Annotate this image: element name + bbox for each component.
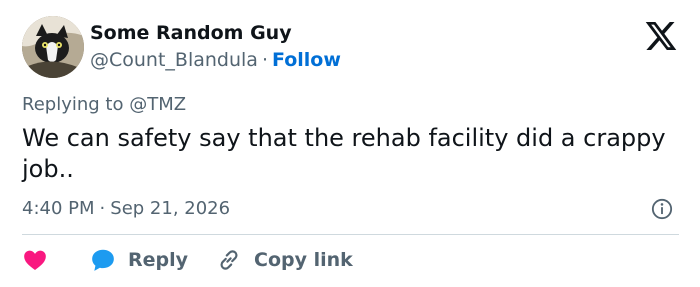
copy-link-label: Copy link	[254, 249, 353, 271]
avatar[interactable]	[22, 16, 84, 78]
divider	[22, 234, 679, 235]
like-button[interactable]	[22, 247, 90, 273]
avatar-cat-image	[22, 16, 84, 78]
author-handle-row: @Count_Blandula · Follow	[90, 49, 341, 71]
author-handle[interactable]: @Count_Blandula	[90, 49, 258, 71]
reply-button[interactable]: Reply	[90, 247, 188, 273]
link-icon	[220, 250, 238, 270]
tweet-text: We can safety say that the rehab facilit…	[22, 124, 666, 183]
copy-link-button[interactable]: Copy link	[216, 247, 353, 273]
author-name[interactable]: Some Random Guy	[90, 22, 292, 44]
reply-context: Replying to @TMZ	[22, 94, 186, 115]
reply-mention-link[interactable]: @TMZ	[129, 94, 186, 115]
heart-icon	[24, 250, 46, 270]
handle-separator: ·	[261, 49, 268, 71]
tweet-time: 4:40 PM	[22, 198, 95, 219]
x-logo-icon[interactable]	[645, 22, 677, 50]
reply-context-prefix: Replying to	[22, 94, 124, 115]
action-bar: Reply Copy link	[22, 246, 353, 274]
info-icon[interactable]	[651, 198, 673, 220]
reply-label: Reply	[128, 249, 189, 271]
tweet-date: Sep 21, 2026	[110, 198, 231, 219]
timestamp-separator: ·	[99, 198, 106, 219]
follow-button[interactable]: Follow	[272, 49, 341, 71]
speech-bubble-icon	[92, 249, 114, 271]
tweet-timestamp[interactable]: 4:40 PM · Sep 21, 2026	[22, 198, 230, 219]
tweet-card: Some Random Guy @Count_Blandula · Follow R…	[0, 0, 700, 287]
